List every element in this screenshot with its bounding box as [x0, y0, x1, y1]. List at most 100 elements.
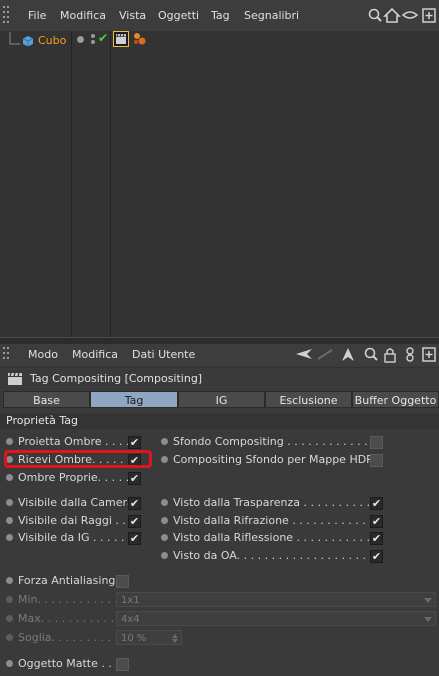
forward-arrow-icon[interactable]: [317, 349, 333, 360]
search-icon[interactable]: [368, 8, 382, 22]
tab-base[interactable]: Base: [3, 391, 90, 408]
animate-dot-icon[interactable]: [161, 456, 168, 463]
search-icon[interactable]: [364, 347, 378, 361]
prop-visto-riflessione[interactable]: Visto dalla Riflessione . . . . . . . . …: [161, 530, 386, 546]
object-name-cubo[interactable]: Cubo: [38, 34, 66, 47]
prop-visto-trasparenza[interactable]: Visto dalla Trasparenza . . . . . . . . …: [161, 495, 386, 511]
menu-segnalibri[interactable]: Segnalibri: [244, 9, 299, 22]
stepper-icon[interactable]: [172, 634, 178, 643]
prop-visibile-ig[interactable]: Visibile da IG . . . . . . ✔: [6, 530, 156, 546]
prop-label: Soglia. . . . . . . . . . .: [18, 631, 125, 644]
animate-dot-icon[interactable]: [6, 517, 13, 524]
dropdown-value: 1x1: [121, 595, 140, 606]
prop-visibile-camera[interactable]: Visibile dalla Camera ✔: [6, 495, 156, 511]
menu-vista[interactable]: Vista: [119, 9, 146, 22]
home-icon[interactable]: [383, 7, 401, 23]
checkbox[interactable]: [116, 575, 129, 588]
checkbox[interactable]: ✔: [370, 497, 383, 510]
prop-label: Visto da OA. . . . . . . . . . . . . . .…: [173, 549, 380, 562]
menu-dati-utente[interactable]: Dati Utente: [132, 348, 195, 361]
checkbox[interactable]: [116, 658, 129, 671]
checkbox[interactable]: ✔: [128, 532, 141, 545]
attribute-menubar: Modo Modifica Dati Utente: [0, 344, 439, 366]
enabled-check-icon[interactable]: ✔: [98, 31, 108, 45]
prop-compositing-hdr[interactable]: Compositing Sfondo per Mappe HDR: [161, 452, 386, 468]
animate-dot-icon[interactable]: [161, 517, 168, 524]
compositing-tag-icon[interactable]: [113, 31, 129, 47]
section-header: Proprietà Tag: [0, 413, 439, 429]
animate-dot-icon[interactable]: [161, 499, 168, 506]
menu-modifica[interactable]: Modifica: [72, 348, 118, 361]
checkbox[interactable]: [370, 454, 383, 467]
checkbox[interactable]: ✔: [128, 497, 141, 510]
checkbox[interactable]: ✔: [370, 532, 383, 545]
column-divider[interactable]: [110, 31, 111, 337]
prop-label: Visto dalla Rifrazione . . . . . . . . .…: [173, 514, 380, 527]
animate-dot-icon[interactable]: [6, 577, 13, 584]
prop-visto-rifrazione[interactable]: Visto dalla Rifrazione . . . . . . . . .…: [161, 513, 386, 529]
lock-icon[interactable]: [384, 348, 396, 363]
back-arrow-icon[interactable]: [296, 349, 312, 359]
object-manager: [0, 31, 439, 337]
soglia-field[interactable]: 10 %: [116, 630, 182, 645]
cube-icon: [22, 36, 34, 47]
checkbox[interactable]: [370, 436, 383, 449]
chevron-down-icon: [424, 598, 432, 603]
animate-dot-icon[interactable]: [6, 499, 13, 506]
prop-ombre-proprie[interactable]: Ombre Proprie. . . . . ✔: [6, 470, 156, 486]
prop-sfondo-compositing[interactable]: Sfondo Compositing . . . . . . . . . . .…: [161, 434, 386, 450]
pin-icon[interactable]: [406, 347, 414, 362]
grip-icon[interactable]: [3, 6, 15, 25]
animate-dot-icon[interactable]: [161, 438, 168, 445]
new-window-icon[interactable]: [422, 347, 436, 362]
chevron-down-icon: [424, 617, 432, 622]
tab-ig[interactable]: IG: [178, 391, 265, 408]
animate-dot-icon[interactable]: [161, 534, 168, 541]
eye-icon[interactable]: [401, 11, 419, 19]
checkbox[interactable]: ✔: [128, 472, 141, 485]
prop-label: Visibile dalla Camera: [18, 496, 134, 509]
animate-dot-icon[interactable]: [6, 534, 13, 541]
column-divider[interactable]: [71, 31, 72, 337]
animate-dot-icon[interactable]: [6, 660, 13, 667]
animate-dot-icon: [6, 615, 13, 622]
animate-dot-icon[interactable]: [161, 552, 168, 559]
section-title: Proprietà Tag: [6, 414, 78, 427]
checkbox[interactable]: ✔: [128, 436, 141, 449]
highlight-annotation: [4, 450, 152, 468]
up-arrow-icon[interactable]: [342, 348, 354, 361]
material-tag-icon[interactable]: [132, 32, 148, 46]
prop-label: Compositing Sfondo per Mappe HDR: [173, 453, 374, 466]
tab-esclusione[interactable]: Esclusione: [265, 391, 352, 408]
menu-tag[interactable]: Tag: [211, 9, 230, 22]
menu-modifica[interactable]: Modifica: [60, 9, 106, 22]
menu-modo[interactable]: Modo: [28, 348, 58, 361]
menu-file[interactable]: File: [28, 9, 46, 22]
prop-label: Ombre Proprie. . . . .: [18, 471, 130, 484]
layer-dot-icon[interactable]: [77, 36, 84, 43]
tab-buffer-oggetto[interactable]: Buffer Oggetto: [352, 391, 439, 408]
checkbox[interactable]: ✔: [128, 515, 141, 528]
visibility-dots-icon[interactable]: [89, 33, 97, 45]
menu-oggetti[interactable]: Oggetti: [158, 9, 199, 22]
prop-proietta-ombre[interactable]: Proietta Ombre . . . . ✔: [6, 434, 156, 450]
animate-dot-icon[interactable]: [6, 438, 13, 445]
tab-tag[interactable]: Tag: [90, 391, 178, 408]
prop-label: Visibile da IG . . . . . .: [18, 531, 132, 544]
prop-oggetto-matte[interactable]: Oggetto Matte . .: [6, 656, 156, 672]
animate-dot-icon[interactable]: [6, 474, 13, 481]
hierarchy-line-icon: [9, 32, 20, 45]
max-dropdown[interactable]: 4x4: [116, 611, 436, 626]
checkbox[interactable]: ✔: [370, 515, 383, 528]
prop-visibile-raggi[interactable]: Visibile dai Raggi . . ✔: [6, 513, 156, 529]
prop-forza-antialiasing[interactable]: Forza Antialiasing: [6, 573, 156, 589]
prop-label: Visto dalla Trasparenza . . . . . . . . …: [173, 496, 384, 509]
dropdown-value: 4x4: [121, 614, 140, 625]
grip-icon[interactable]: [3, 347, 15, 366]
checkbox[interactable]: ✔: [370, 550, 383, 563]
min-dropdown[interactable]: 1x1: [116, 592, 436, 607]
prop-visto-oa[interactable]: Visto da OA. . . . . . . . . . . . . . .…: [161, 548, 386, 564]
new-window-icon[interactable]: [422, 8, 436, 23]
prop-label: Forza Antialiasing: [18, 574, 116, 587]
animate-dot-icon: [6, 634, 13, 641]
